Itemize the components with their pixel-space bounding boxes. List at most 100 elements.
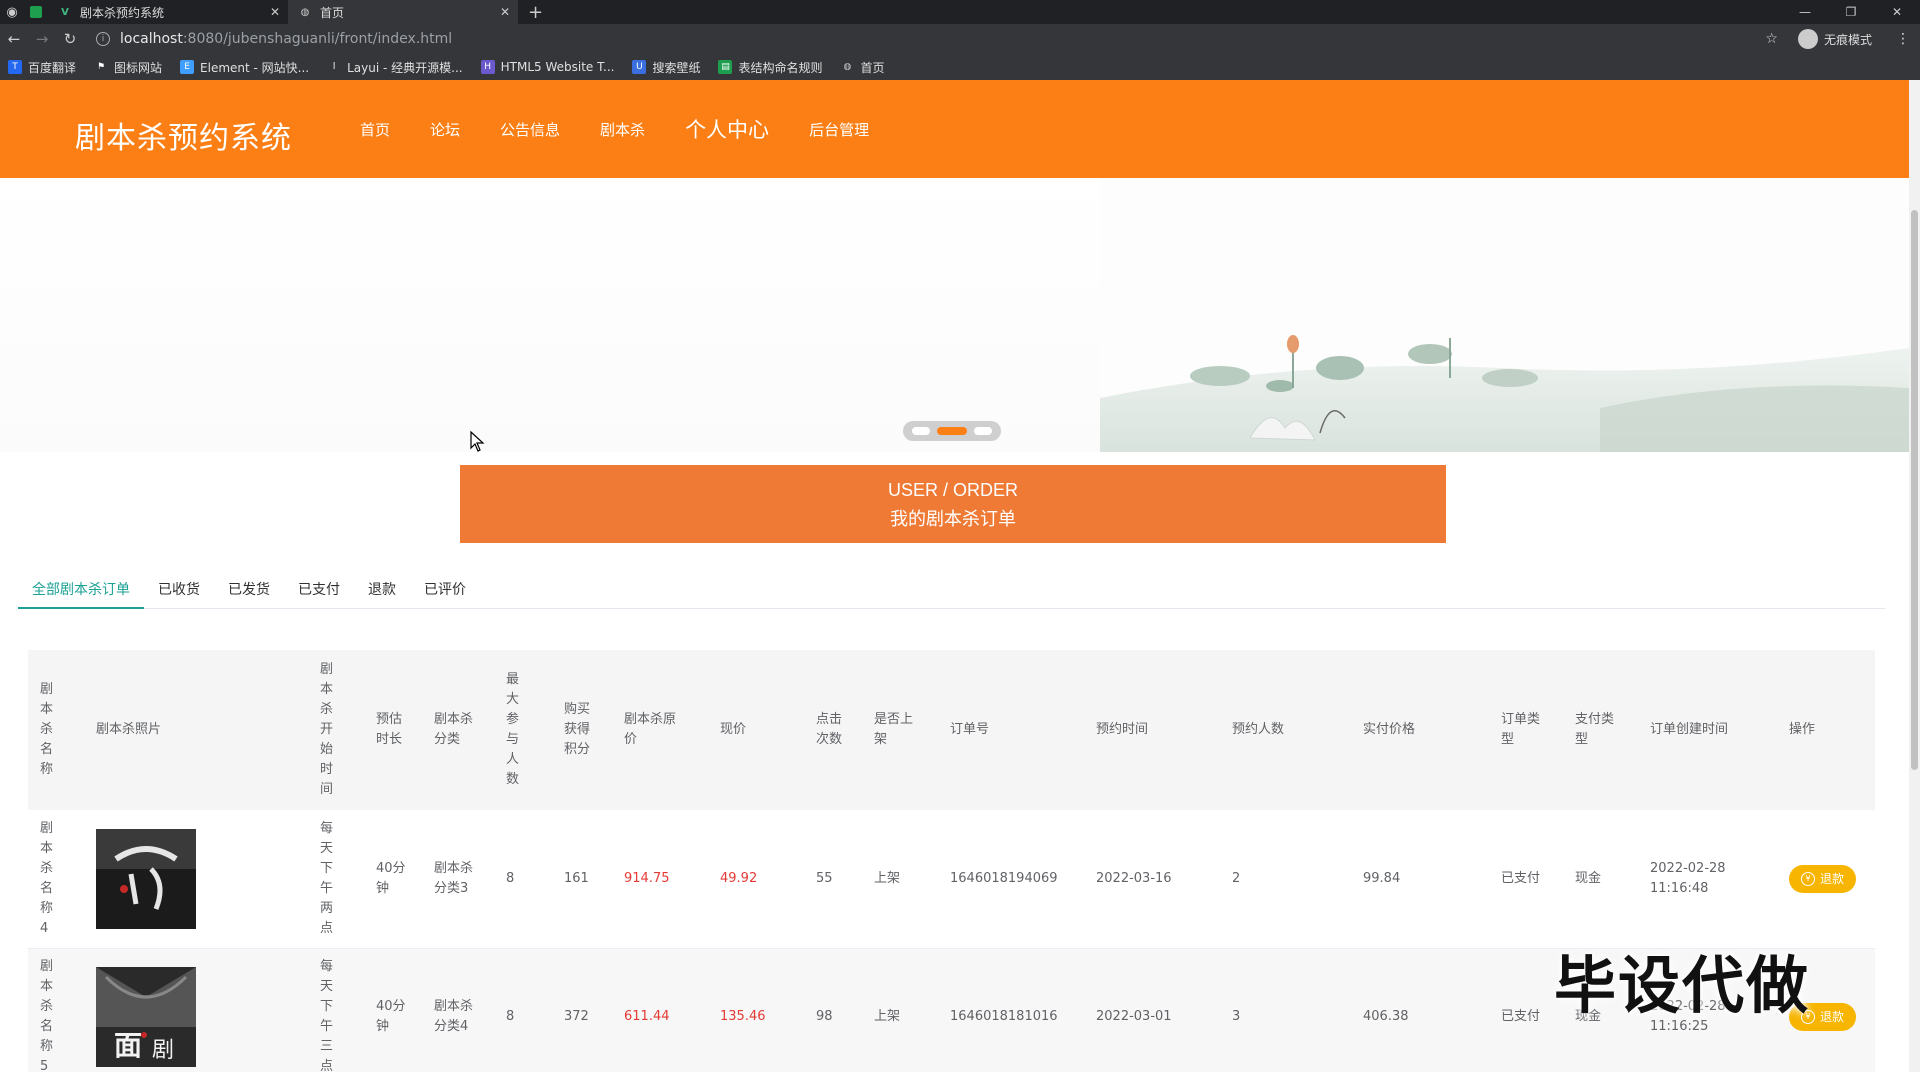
menu-item-jubensha[interactable]: 剧本杀 bbox=[600, 119, 645, 140]
carousel-dot[interactable] bbox=[912, 427, 931, 435]
cell-clicks: 55 bbox=[804, 810, 862, 949]
close-window-icon[interactable]: ✕ bbox=[1874, 0, 1920, 24]
menu-item-admin[interactable]: 后台管理 bbox=[809, 119, 869, 140]
menu-item-forum[interactable]: 论坛 bbox=[430, 119, 460, 140]
tab-received[interactable]: 已收货 bbox=[144, 573, 214, 609]
cell-text: 40分钟 bbox=[376, 999, 406, 1034]
forward-icon[interactable]: → bbox=[28, 30, 56, 48]
menu-item-profile[interactable]: 个人中心 bbox=[685, 114, 769, 144]
watermark-text: 毕设代做 bbox=[1554, 949, 1811, 1022]
order-section-header: USER / ORDER 我的剧本杀订单 bbox=[460, 465, 1446, 543]
bookmark-label: 图标网站 bbox=[114, 60, 163, 75]
cell-max-people: 8 bbox=[494, 948, 552, 1072]
url-host: localhost bbox=[120, 31, 183, 47]
bookmark-item[interactable]: H HTML5 Website T... bbox=[480, 60, 615, 74]
column-header: 订单创建时间 bbox=[1638, 650, 1777, 810]
bookmark-item[interactable]: E Element - 网站快... bbox=[180, 59, 309, 76]
tab-shipped[interactable]: 已发货 bbox=[214, 573, 284, 609]
poster-image[interactable] bbox=[96, 828, 196, 929]
globe-icon: ◍ bbox=[300, 6, 310, 18]
app-icon[interactable] bbox=[24, 0, 48, 24]
menu-item-home[interactable]: 首页 bbox=[360, 119, 390, 140]
bookmark-item[interactable]: T 百度翻译 bbox=[8, 59, 76, 76]
cell-duration: 40分钟 bbox=[364, 810, 422, 949]
tab-title: 剧本杀预约系统 bbox=[80, 5, 165, 20]
cell-name: 剧本杀名称4 bbox=[28, 810, 84, 949]
bookmark-star-icon[interactable]: ☆ bbox=[1765, 31, 1778, 47]
cell-price: 49.92 bbox=[708, 810, 804, 949]
more-icon[interactable]: ⋮ bbox=[1896, 31, 1910, 47]
wallpaper-icon: U bbox=[632, 60, 647, 74]
close-icon[interactable]: ✕ bbox=[500, 5, 510, 19]
column-header: 剧本杀照片 bbox=[84, 650, 308, 810]
cell-shelf: 上架 bbox=[862, 948, 938, 1072]
banner-carousel[interactable] bbox=[0, 178, 1909, 452]
bookmark-item[interactable]: ⚑ 图标网站 bbox=[94, 59, 162, 76]
tab-reviewed[interactable]: 已评价 bbox=[410, 573, 480, 609]
browser-menu-icon[interactable]: ◉ bbox=[0, 0, 24, 24]
cell-order-no: 1646018194069 bbox=[938, 810, 1084, 949]
close-icon[interactable]: ✕ bbox=[270, 5, 280, 19]
tab-paid[interactable]: 已支付 bbox=[284, 573, 354, 609]
carousel-dot[interactable] bbox=[973, 427, 992, 435]
site-logo[interactable]: 剧本杀预约系统 bbox=[75, 113, 292, 157]
new-tab-icon[interactable]: + bbox=[528, 2, 543, 23]
bookmark-item[interactable]: l Layui - 经典开源模... bbox=[327, 59, 463, 76]
page: 剧本杀预约系统 首页 论坛 公告信息 剧本杀 个人中心 后台管理 USER / … bbox=[0, 80, 1909, 1072]
refund-label: 退款 bbox=[1820, 871, 1845, 886]
table-row: 剧本杀名称4 每天下午两点 40分钟 剧本杀分类3 8 161 914.75 4… bbox=[28, 810, 1875, 949]
reload-icon[interactable]: ↻ bbox=[56, 30, 84, 48]
cell-order-no: 1646018181016 bbox=[938, 948, 1084, 1072]
cell-duration: 40分钟 bbox=[364, 948, 422, 1072]
poster-image[interactable]: 面 剧 bbox=[96, 967, 196, 1067]
column-header-label: 订单类型 bbox=[1501, 712, 1541, 747]
tab-refund[interactable]: 退款 bbox=[354, 573, 410, 609]
address-bar: ← → ↻ i localhost:8080/jubenshaguanli/fr… bbox=[0, 24, 1920, 54]
column-header-label: 剧本杀开始时间 bbox=[320, 662, 334, 797]
info-icon[interactable]: i bbox=[96, 32, 110, 46]
cell-start-time: 每天下午两点 bbox=[308, 810, 364, 949]
carousel-dot-active[interactable] bbox=[936, 427, 967, 435]
cell-order-type: 已支付 bbox=[1489, 948, 1563, 1072]
cell-text: 每天下午三点 bbox=[320, 959, 334, 1072]
cell-clicks: 98 bbox=[804, 948, 862, 1072]
scrollbar-thumb[interactable] bbox=[1911, 210, 1918, 770]
column-header: 剧本杀原价 bbox=[612, 650, 708, 810]
column-header-label: 最大参与人数 bbox=[506, 672, 520, 787]
column-header: 剧本杀分类 bbox=[422, 650, 494, 810]
bookmark-item[interactable]: ▤ 表结构命名规则 bbox=[718, 59, 822, 76]
column-header: 是否上架 bbox=[862, 650, 938, 810]
cell-photo bbox=[84, 810, 308, 949]
translate-icon: T bbox=[8, 60, 22, 74]
cell-people: 2 bbox=[1220, 810, 1351, 949]
bookmark-item[interactable]: ◍ 首页 bbox=[840, 59, 885, 76]
menu-item-notice[interactable]: 公告信息 bbox=[500, 119, 560, 140]
page-scrollbar[interactable] bbox=[1909, 80, 1920, 1072]
column-header-label: 是否上架 bbox=[874, 712, 914, 747]
incognito-indicator[interactable]: 无痕模式 bbox=[1797, 29, 1872, 49]
minimize-icon[interactable]: — bbox=[1782, 0, 1828, 24]
main-menu: 首页 论坛 公告信息 剧本杀 个人中心 后台管理 bbox=[360, 80, 909, 178]
bookmark-item[interactable]: U 搜索壁纸 bbox=[632, 59, 700, 76]
tab-all-orders[interactable]: 全部剧本杀订单 bbox=[18, 573, 144, 609]
window-controls: — ❐ ✕ bbox=[1782, 0, 1920, 24]
back-icon[interactable]: ← bbox=[0, 30, 28, 48]
cell-name: 剧本杀名称5 bbox=[28, 948, 84, 1072]
refund-button[interactable]: ¥ 退款 bbox=[1789, 864, 1857, 893]
bookmarks-bar: T 百度翻译 ⚑ 图标网站 E Element - 网站快... l Layui - 经… bbox=[0, 54, 1920, 80]
tab-jubensha[interactable]: V 剧本杀预约系统 ✕ bbox=[48, 0, 288, 24]
bookmark-label: Layui - 经典开源模... bbox=[347, 60, 463, 75]
bookmark-label: HTML5 Website T... bbox=[500, 60, 615, 74]
cell-book-time: 2022-03-16 bbox=[1084, 810, 1220, 949]
refund-label: 退款 bbox=[1820, 1010, 1845, 1024]
column-header-label: 剧本杀分类 bbox=[434, 712, 474, 747]
column-header-label: 剧本杀名称 bbox=[40, 682, 54, 777]
cell-paid: 99.84 bbox=[1351, 810, 1489, 949]
cell-start-time: 每天下午三点 bbox=[308, 948, 364, 1072]
restore-icon[interactable]: ❐ bbox=[1828, 0, 1874, 24]
url-field[interactable]: i localhost:8080/jubenshaguanli/front/in… bbox=[96, 31, 452, 47]
bookmark-label: 首页 bbox=[860, 60, 885, 75]
cell-text: 40分钟 bbox=[376, 860, 406, 896]
tab-home[interactable]: ◍ 首页 ✕ bbox=[288, 0, 518, 24]
column-header: 购买获得积分 bbox=[552, 650, 612, 810]
